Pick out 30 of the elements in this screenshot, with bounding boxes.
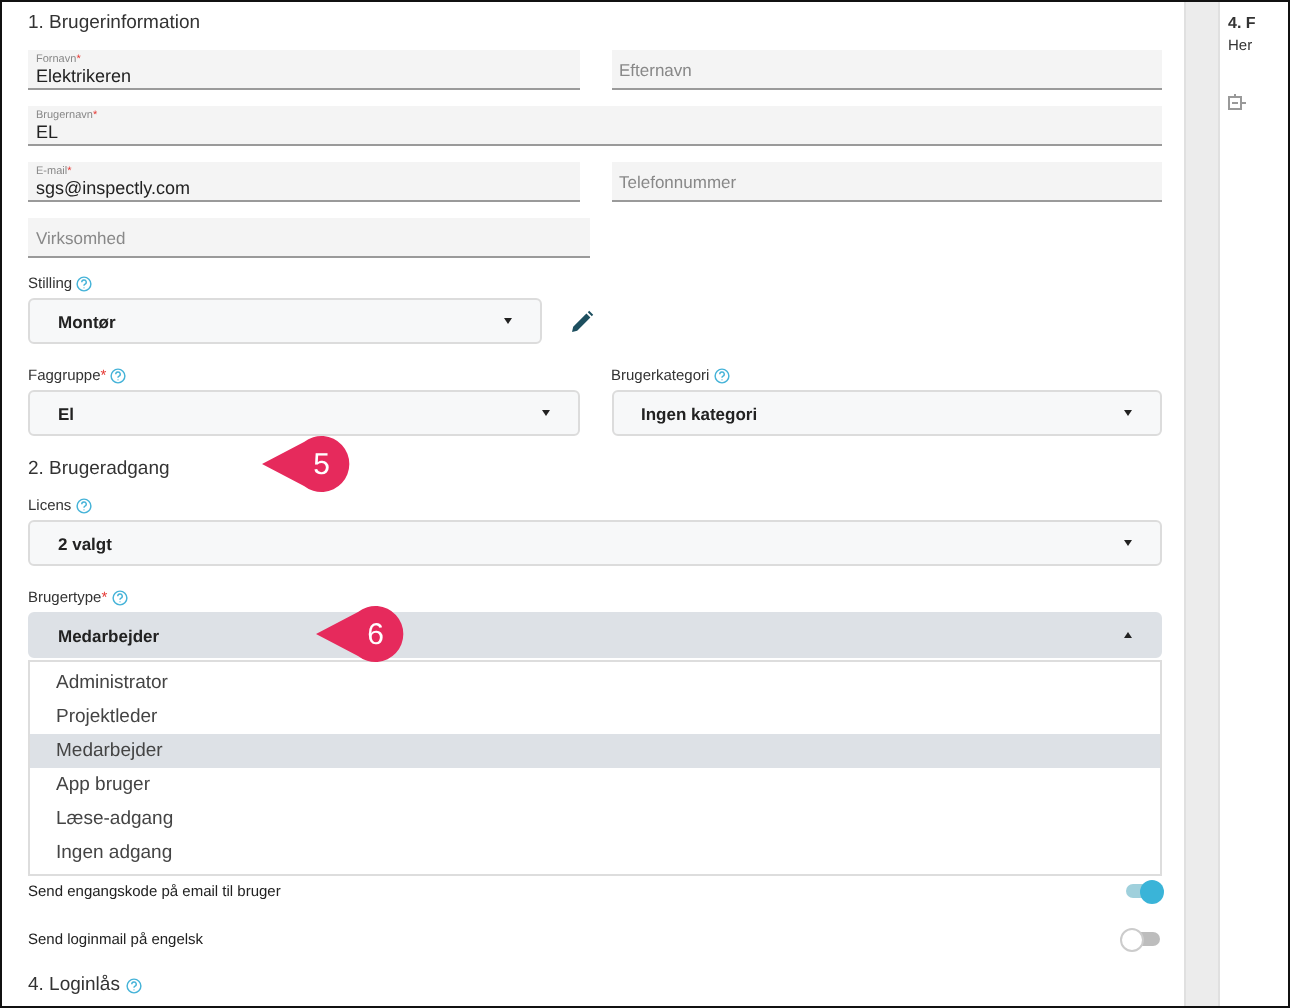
dropdown-select[interactable]: 2 valgt xyxy=(28,520,1162,566)
dropdown-select[interactable]: El xyxy=(28,390,579,436)
caret-icon xyxy=(1124,632,1132,638)
caret-icon xyxy=(1124,410,1132,416)
toggle-switch[interactable] xyxy=(1126,932,1160,946)
collapse-icon[interactable] xyxy=(1228,94,1246,112)
help-icon[interactable] xyxy=(76,275,93,291)
caret-icon xyxy=(1124,540,1132,546)
pencil-icon[interactable] xyxy=(570,309,594,333)
dropdown-option[interactable]: Ingen adgang xyxy=(30,836,1160,870)
section-title: 4. Loginlås xyxy=(28,974,120,996)
dropdown-option[interactable]: Projektleder xyxy=(30,700,1160,734)
scrollbar[interactable] xyxy=(1184,2,1220,1006)
help-icon[interactable] xyxy=(125,977,142,993)
help-icon[interactable] xyxy=(75,497,92,513)
help-icon[interactable] xyxy=(110,367,127,383)
section-title: 2. Brugeradgang xyxy=(28,458,170,480)
toggle-switch[interactable] xyxy=(1126,884,1160,898)
panel-title: 4. F xyxy=(1228,14,1258,32)
help-icon[interactable] xyxy=(111,589,128,605)
dropdown-option[interactable]: Medarbejder xyxy=(30,734,1160,768)
dropdown-select[interactable]: Ingen kategori xyxy=(611,390,1162,436)
caret-icon xyxy=(504,318,512,324)
dropdown-select[interactable]: Montør xyxy=(28,298,542,344)
section-title: 1. Brugerinformation xyxy=(28,12,201,34)
dropdown-option[interactable]: Administrator xyxy=(30,666,1160,700)
dropdown-option[interactable]: Læse-adgang xyxy=(30,802,1160,836)
caret-icon xyxy=(541,410,549,416)
help-icon[interactable] xyxy=(713,367,730,383)
dropdown-option[interactable]: App bruger xyxy=(30,768,1160,802)
